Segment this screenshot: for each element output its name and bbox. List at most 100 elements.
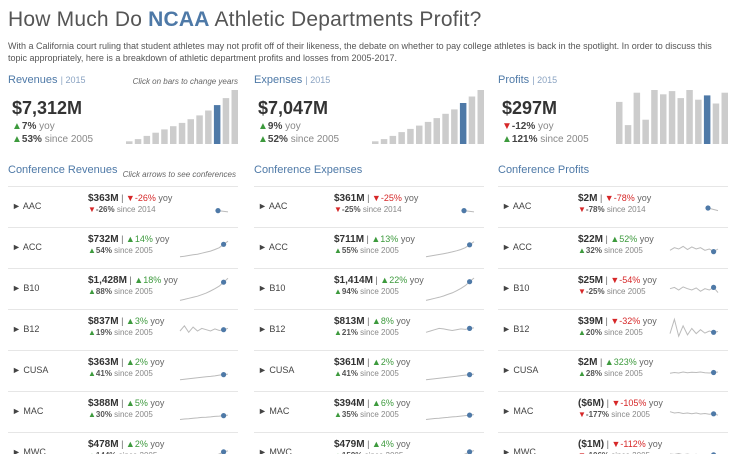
kpi-panel-revenues: Revenues | 2015 Click on bars to change y… [8, 72, 238, 148]
year-bar[interactable] [196, 115, 203, 144]
conference-row[interactable]: ► AAC $363M | ▼-26% yoy ▼-26% since 2014 [8, 186, 238, 227]
conference-yoy-value: 3% [134, 316, 148, 326]
year-bar[interactable] [134, 139, 142, 144]
conference-row[interactable]: ► MWC$478M | ▲2% yoy▲144% since 2005 [8, 432, 238, 454]
conference-row[interactable]: ► MWC$479M | ▲4% yoy▲159% since 2005 [254, 432, 484, 454]
year-bar[interactable] [126, 141, 133, 144]
year-bar[interactable] [642, 119, 649, 144]
expand-conference-button[interactable]: ► ACC [502, 242, 532, 252]
year-bar[interactable] [721, 92, 729, 144]
year-bar[interactable] [170, 126, 177, 144]
conference-row[interactable]: ► B12 $813M | ▲8% yoy ▲21% since 2005 [254, 309, 484, 350]
sparkline [669, 284, 719, 293]
year-bar[interactable] [660, 94, 667, 144]
year-bar[interactable] [459, 103, 467, 144]
year-bar[interactable] [651, 90, 658, 144]
conference-row[interactable]: ► ACC $22M | ▲52% yoy ▲32% since 2005 [498, 227, 728, 268]
expand-conference-button[interactable]: ► MAC [502, 406, 533, 416]
conference-row[interactable]: ► CUSA $361M | ▲2% yoy ▲41% since 2005 [254, 350, 484, 391]
expand-conference-button[interactable]: ► MAC [258, 406, 289, 416]
year-bar[interactable] [205, 110, 212, 145]
year-bar[interactable] [712, 103, 720, 145]
conference-since-label: since 2005 [111, 369, 153, 378]
up-arrow-icon: ▲ [88, 369, 96, 378]
year-bar[interactable] [424, 121, 432, 144]
expand-conference-button[interactable]: ► B12 [12, 324, 39, 334]
year-bar[interactable] [668, 91, 676, 144]
conference-panel-2: Conference Profits ► AAC $2M | ▼-78% yoy ▼-… [498, 164, 728, 454]
year-bar[interactable] [389, 135, 397, 144]
year-bar[interactable] [161, 129, 168, 144]
conference-row[interactable]: ► B10 $1,414M | ▲22% yoy ▲94% since 2005 [254, 268, 484, 309]
conference-row[interactable]: ► AAC $2M | ▼-78% yoy ▼-78% since 2014 [498, 186, 728, 227]
conference-row[interactable]: ► B10 $25M | ▼-54% yoy ▼-25% since 2005 [498, 268, 728, 309]
expand-conference-button[interactable]: ► MAC [12, 406, 43, 416]
expand-conference-button[interactable]: ► CUSA [502, 365, 538, 375]
conference-since-label: since 2005 [601, 328, 643, 337]
expand-conference-button[interactable]: ► ACC [12, 242, 42, 252]
year-bar[interactable] [231, 90, 239, 144]
year-bar[interactable] [686, 90, 693, 144]
conference-value: $388M | ▲5% yoy [88, 398, 165, 409]
year-bar[interactable] [451, 109, 458, 144]
conference-row[interactable]: ► CUSA $2M | ▲323% yoy ▲28% since 2005 [498, 350, 728, 391]
conference-amount: $363M [88, 357, 119, 368]
year-bar[interactable] [703, 95, 711, 144]
conference-row[interactable]: ► MAC $394M | ▲6% yoy ▲35% since 2005 [254, 391, 484, 432]
expand-conference-button[interactable]: ► AAC [258, 201, 287, 211]
expand-conference-button[interactable]: ► B12 [258, 324, 285, 334]
expand-conference-button[interactable]: ► MWC [258, 447, 292, 454]
expand-conference-button[interactable]: ► B10 [12, 283, 39, 293]
conference-row[interactable]: ► MAC ($6M) | ▼-105% yoy ▼-177% since 2005 [498, 391, 728, 432]
year-bar[interactable] [616, 101, 623, 144]
conference-row[interactable]: ► ACC $711M | ▲13% yoy ▲55% since 2005 [254, 227, 484, 268]
expand-conference-button[interactable]: ► AAC [12, 201, 41, 211]
year-bar[interactable] [407, 128, 414, 144]
conference-row[interactable]: ► CUSA $363M | ▲2% yoy ▲41% since 2005 [8, 350, 238, 391]
year-bar[interactable] [372, 141, 379, 144]
conference-row[interactable]: ► AAC $361M | ▼-25% yoy ▼-25% since 2014 [254, 186, 484, 227]
conference-row[interactable]: ► MWC($1M) | ▼-112% yoy▼-106% since 2005 [498, 432, 728, 454]
expand-conference-button[interactable]: ► CUSA [258, 365, 294, 375]
expand-conference-button[interactable]: ► ACC [258, 242, 288, 252]
year-bar[interactable] [213, 105, 221, 144]
year-bar[interactable] [222, 98, 230, 144]
year-bar[interactable] [433, 118, 441, 144]
selected-year-dot [467, 279, 473, 285]
year-bar[interactable] [380, 139, 388, 144]
year-bar[interactable] [468, 96, 476, 145]
conference-yoy-value: -26% [134, 193, 156, 203]
year-bar[interactable] [695, 99, 702, 144]
expand-conference-button[interactable]: ► CUSA [12, 365, 48, 375]
up-arrow-icon: ▲ [578, 328, 586, 337]
year-bar[interactable] [143, 135, 151, 144]
conference-amount: $732M [88, 234, 119, 245]
expand-conference-button[interactable]: ► B10 [258, 283, 285, 293]
conference-amount: $388M [88, 398, 119, 409]
conference-row[interactable]: ► B12 $837M | ▲3% yoy ▲19% since 2005 [8, 309, 238, 350]
conference-row[interactable]: ► B10 $1,428M | ▲18% yoy ▲88% since 2005 [8, 268, 238, 309]
conference-amount: ($6M) [578, 398, 605, 409]
expand-conference-button[interactable]: ► MWC [502, 447, 536, 454]
conference-since: ▲21% since 2005 [334, 328, 399, 337]
year-bar[interactable] [442, 113, 449, 144]
conference-yoy-value: 2% [134, 439, 148, 449]
year-bar[interactable] [477, 90, 485, 144]
conference-yoy-value: 22% [389, 275, 408, 285]
sparkline [669, 369, 719, 376]
conference-row[interactable]: ► B12 $39M | ▼-32% yoy ▲20% since 2005 [498, 309, 728, 350]
expand-conference-button[interactable]: ► MWC [12, 447, 46, 454]
year-bar[interactable] [633, 92, 641, 144]
year-bar[interactable] [624, 125, 632, 144]
year-bar[interactable] [416, 125, 423, 144]
year-bar[interactable] [398, 132, 405, 144]
expand-conference-button[interactable]: ► B10 [502, 283, 529, 293]
year-bar[interactable] [677, 98, 685, 144]
year-bar[interactable] [178, 122, 186, 144]
expand-conference-button[interactable]: ► B12 [502, 324, 529, 334]
conference-row[interactable]: ► MAC $388M | ▲5% yoy ▲30% since 2005 [8, 391, 238, 432]
conference-row[interactable]: ► ACC $732M | ▲14% yoy ▲54% since 2005 [8, 227, 238, 268]
year-bar[interactable] [187, 119, 195, 144]
year-bar[interactable] [152, 132, 159, 144]
expand-conference-button[interactable]: ► AAC [502, 201, 531, 211]
